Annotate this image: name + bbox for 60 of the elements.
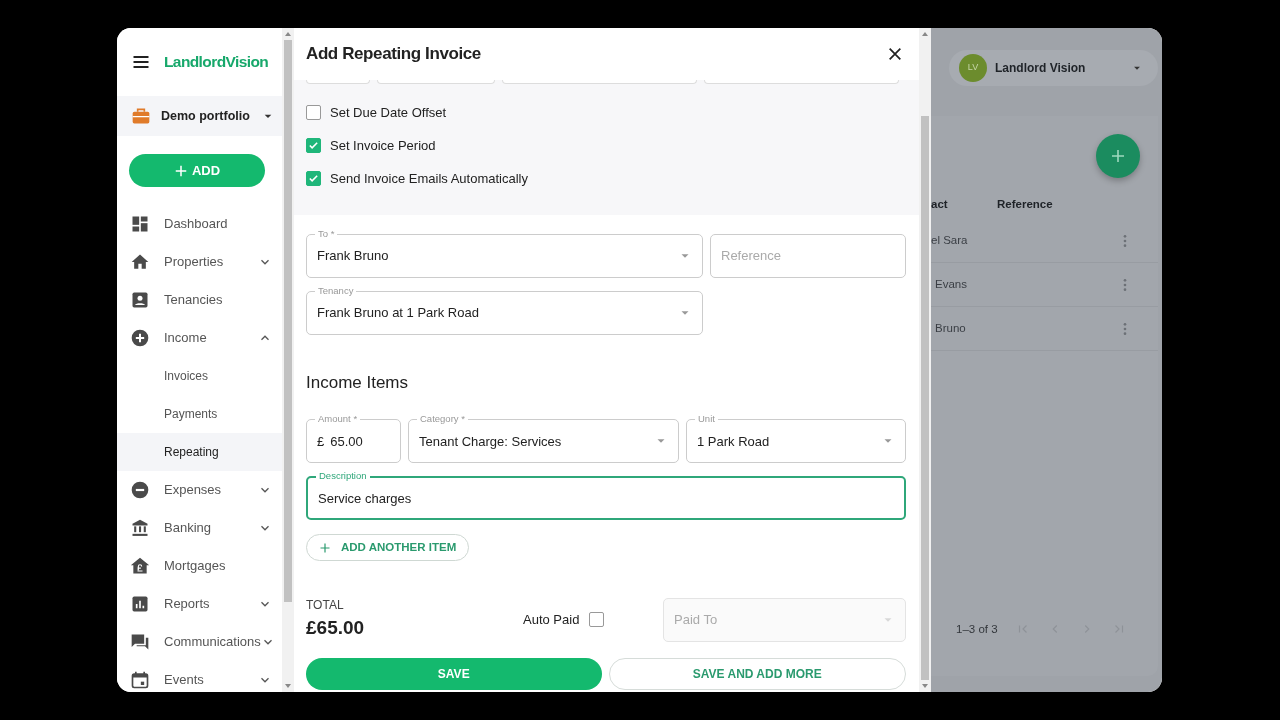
sidebar-subitem[interactable]: Payments [117,395,282,433]
sidebar-subitem[interactable]: Invoices [117,357,282,395]
checkbox[interactable] [306,138,321,153]
save-and-add-button[interactable]: SAVE AND ADD MORE [608,657,906,690]
sidebar-item[interactable]: Properties [117,243,282,281]
calendar-icon [130,670,150,690]
dashboard-icon [130,214,150,234]
sidebar-item[interactable]: Banking [117,509,282,547]
table-cell-text: el Sara [931,232,969,248]
add-item-button[interactable]: ADD ANOTHER ITEM [306,534,470,562]
home-icon [130,252,150,272]
scrollbar-track[interactable] [919,28,931,692]
scrollbar-track[interactable] [282,28,294,692]
checkbox-label: Set Due Date Offset [330,103,447,122]
checkbox[interactable] [306,105,321,120]
total-label: TOTAL [306,597,345,615]
plus-circle-icon [130,328,150,348]
scrollbar-thumb[interactable] [284,40,292,602]
avatar: LV [959,54,987,82]
table-cell-text: Bruno [934,320,967,336]
checkbox-label: Set Invoice Period [330,136,436,155]
total-amount: £65.00 [306,616,366,641]
minus-circle-icon [130,480,150,500]
pagination-text: 1–3 of 3 [956,621,998,637]
dialog-title: Add Repeating Invoice [306,43,481,65]
scrollbar-thumb[interactable] [921,116,929,680]
close-icon[interactable] [887,46,903,62]
portfolio-selector[interactable]: Demo portfolio [117,96,282,136]
bank-icon [130,518,150,538]
house-pound-icon [130,556,150,576]
section-heading: Income Items [306,373,410,394]
plus-icon [319,541,331,554]
sidebar-item[interactable]: Events [117,661,282,692]
bar-chart-icon [130,594,150,614]
column-header: act [931,197,949,212]
table-cell-text: Evans [934,276,968,292]
sidebar-subitem[interactable]: Repeating [117,433,282,471]
field-label: Description [316,469,370,484]
check-icon [308,173,319,184]
sidebar-item[interactable]: Mortgages [117,547,282,585]
chat-icon [130,632,150,652]
sidebar-item[interactable]: Income [117,319,282,357]
sidebar-item[interactable]: Tenancies [117,281,282,319]
person-card-icon [130,290,150,310]
checkbox[interactable] [589,612,605,628]
logo: LandlordVision [164,52,269,73]
plus-icon [1110,148,1126,164]
sidebar-item[interactable]: Communications [117,623,282,661]
account-menu[interactable]: LV Landlord Vision [949,50,1158,86]
add-fab[interactable] [1096,134,1140,178]
checkbox[interactable] [306,171,321,186]
checkbox-label: Send Invoice Emails Automatically [330,169,528,188]
sidebar-item[interactable]: Expenses [117,471,282,509]
briefcase-icon [131,106,151,126]
sidebar-item[interactable]: Reports [117,585,282,623]
checkbox-label: Auto Paid [523,610,580,629]
sidebar-item[interactable]: Dashboard [117,205,282,243]
plus-icon [173,163,188,178]
column-header: Reference [997,197,1053,212]
check-icon [308,140,319,151]
